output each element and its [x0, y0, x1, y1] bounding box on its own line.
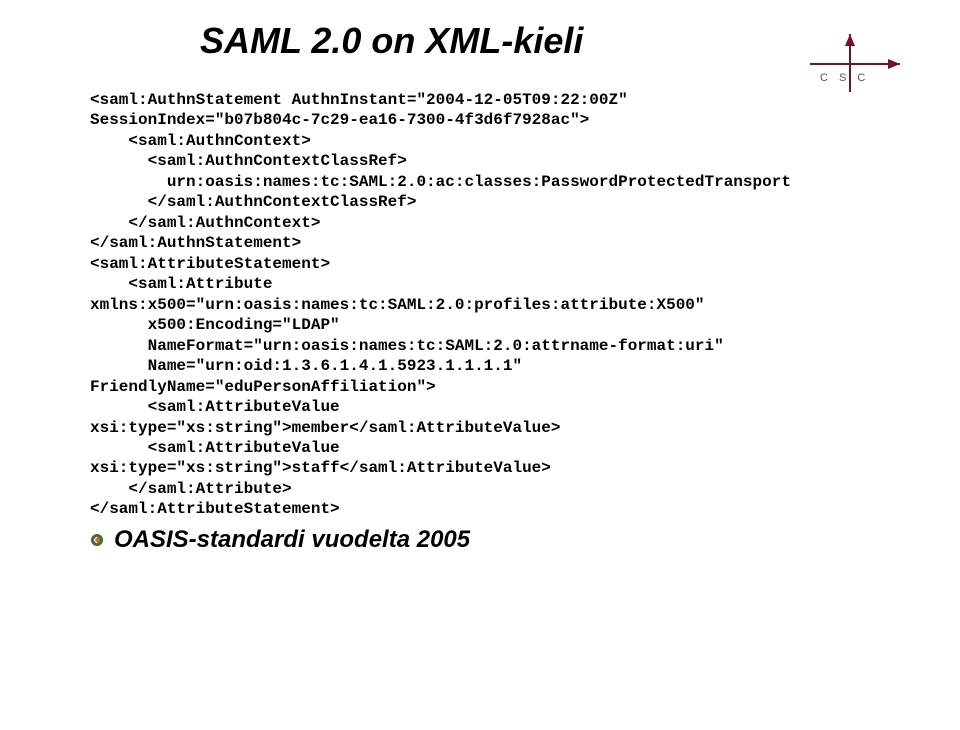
code-block: <saml:AuthnStatement AuthnInstant="2004-…	[90, 90, 880, 520]
summary-text: OASIS-standardi vuodelta 2005	[114, 526, 470, 554]
bullet-icon	[90, 533, 104, 547]
logo-text: C S C	[820, 72, 869, 84]
csc-logo: C S C	[800, 34, 900, 104]
summary-row: OASIS-standardi vuodelta 2005	[90, 526, 880, 554]
slide: C S C SAML 2.0 on XML-kieli <saml:AuthnS…	[0, 0, 960, 730]
page-title: SAML 2.0 on XML-kieli	[200, 20, 880, 62]
